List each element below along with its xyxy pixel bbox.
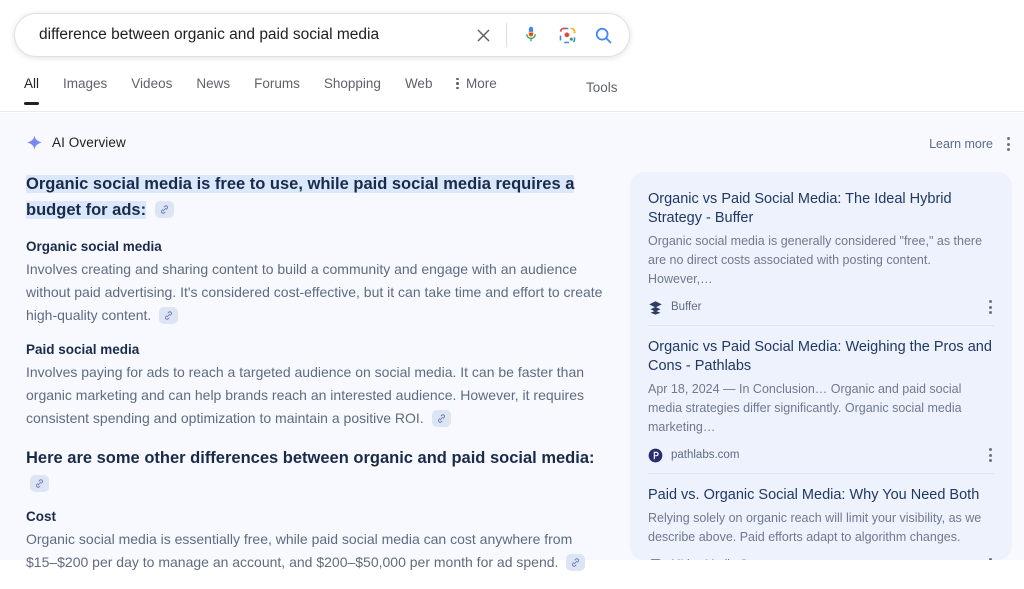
search-divider	[506, 23, 507, 47]
citation-chip[interactable]	[432, 410, 451, 427]
close-icon	[474, 26, 493, 45]
ai-overview-mid-heading-text: Here are some other differences between …	[26, 449, 595, 467]
learn-more-link[interactable]: Learn more	[929, 137, 993, 151]
citation-chip[interactable]	[159, 307, 178, 324]
section-body: Involves paying for ads to reach a targe…	[26, 361, 606, 430]
source-site[interactable]: Buffer	[648, 300, 701, 315]
source-footer: pathlabs.com	[648, 446, 994, 464]
search-box[interactable]	[14, 13, 630, 57]
source-card[interactable]: Organic vs Paid Social Media: Weighing t…	[648, 326, 994, 474]
ai-overview-mid-heading: Here are some other differences between …	[26, 445, 606, 497]
ai-overview-intro-text: Organic social media is free to use, whi…	[26, 175, 574, 219]
voice-search-button[interactable]	[513, 17, 549, 53]
link-icon	[436, 413, 447, 424]
source-footer: Buffer	[648, 298, 994, 316]
ai-overview-intro: Organic social media is free to use, whi…	[26, 171, 606, 223]
source-more-options-icon[interactable]	[987, 446, 994, 464]
source-title[interactable]: Organic vs Paid Social Media: Weighing t…	[648, 338, 994, 376]
tab-images[interactable]: Images	[51, 68, 119, 105]
google-lens-icon	[557, 25, 578, 46]
section-body-text: Organic social media is essentially free…	[26, 531, 572, 570]
search-header: All Images Videos News Forums Shopping W…	[0, 0, 1024, 112]
ai-sparkle-icon	[26, 134, 43, 151]
search-input[interactable]	[15, 14, 466, 56]
source-snippet: Relying solely on organic reach will lim…	[648, 509, 994, 547]
section-body-text: Involves creating and sharing content to…	[26, 261, 602, 323]
result-tabs: All Images Videos News Forums Shopping W…	[14, 68, 509, 112]
ai-overview-actions: Learn more	[929, 135, 1012, 153]
section-body: Involves creating and sharing content to…	[26, 258, 606, 327]
section-heading: Paid social media	[26, 342, 606, 357]
source-snippet: Apr 18, 2024 — In Conclusion… Organic an…	[648, 380, 994, 437]
link-icon	[163, 310, 174, 321]
section-body-text: Involves paying for ads to reach a targe…	[26, 364, 584, 426]
microphone-icon	[520, 24, 542, 46]
tab-news[interactable]: News	[184, 68, 242, 105]
source-more-options-icon[interactable]	[987, 556, 994, 560]
section-heading: Organic social media	[26, 239, 606, 254]
section-heading: Cost	[26, 509, 606, 524]
ai-overview-section-paid: Paid social media Involves paying for ad…	[26, 342, 606, 430]
citation-chip[interactable]	[155, 201, 174, 218]
source-more-options-icon[interactable]	[987, 298, 994, 316]
source-card[interactable]: Organic vs Paid Social Media: The Ideal …	[648, 178, 994, 326]
ai-overview-section: AI Overview Learn more Organic social me…	[0, 113, 1024, 560]
citation-chip[interactable]	[30, 475, 49, 492]
source-title[interactable]: Organic vs Paid Social Media: The Ideal …	[648, 190, 994, 228]
tools-button[interactable]: Tools	[578, 76, 626, 99]
link-icon	[34, 478, 45, 489]
ai-overview-sources-panel: Organic vs Paid Social Media: The Ideal …	[630, 172, 1012, 560]
source-site-name: Buffer	[671, 301, 701, 313]
clear-search-button[interactable]	[466, 18, 500, 52]
tab-shopping[interactable]: Shopping	[312, 68, 393, 105]
buffer-favicon	[648, 300, 663, 315]
section-body: Organic social media is essentially free…	[26, 528, 606, 574]
source-footer: MLive Media Group	[648, 556, 994, 560]
source-card[interactable]: Paid vs. Organic Social Media: Why You N…	[648, 474, 994, 560]
pathlabs-favicon	[648, 448, 663, 463]
ai-overview-section-cost: Cost Organic social media is essentially…	[26, 509, 606, 574]
search-submit-button[interactable]	[585, 17, 621, 53]
google-lens-button[interactable]	[549, 17, 585, 53]
ai-overview-body: Organic social media is free to use, whi…	[26, 171, 606, 589]
ai-overview-header: AI Overview	[26, 134, 126, 151]
tab-more-label: More	[466, 76, 497, 91]
tab-forums[interactable]: Forums	[242, 68, 312, 105]
source-snippet: Organic social media is generally consid…	[648, 232, 994, 289]
link-icon	[570, 557, 581, 568]
search-icon	[593, 25, 614, 46]
tab-all[interactable]: All	[14, 68, 51, 105]
more-options-icon	[456, 78, 459, 90]
tab-more[interactable]: More	[444, 68, 508, 105]
link-icon	[159, 204, 170, 215]
source-site-name: pathlabs.com	[671, 449, 739, 461]
source-title[interactable]: Paid vs. Organic Social Media: Why You N…	[648, 486, 994, 505]
ai-overview-more-options-icon[interactable]	[1005, 135, 1012, 153]
citation-chip[interactable]	[566, 554, 585, 571]
ai-overview-section-organic: Organic social media Involves creating a…	[26, 239, 606, 327]
source-site[interactable]: pathlabs.com	[648, 448, 739, 463]
ai-overview-label: AI Overview	[52, 135, 126, 150]
tab-web[interactable]: Web	[393, 68, 445, 105]
tab-videos[interactable]: Videos	[119, 68, 184, 105]
